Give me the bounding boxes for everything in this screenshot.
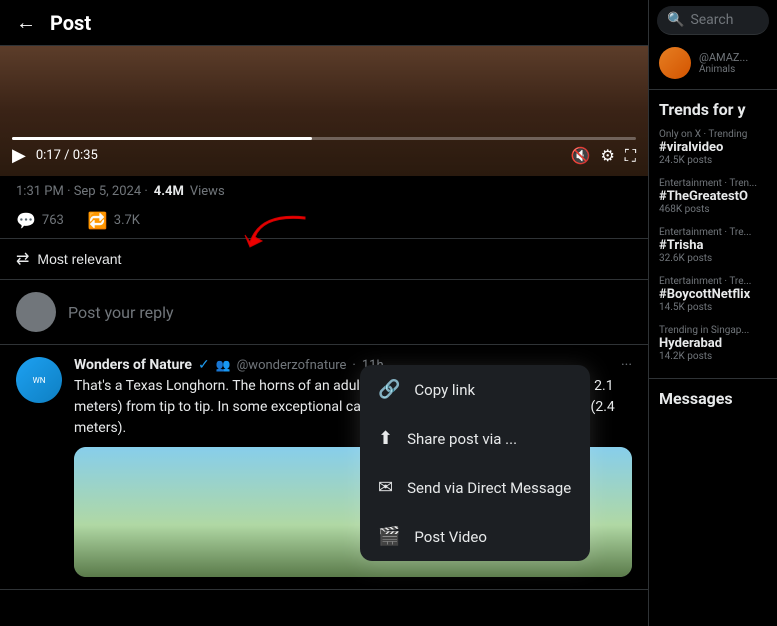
trend-tag-1: #viralvideo xyxy=(659,140,767,155)
trend-category-5: Trending in Singap... xyxy=(659,325,767,336)
trend-count-2: 468K posts xyxy=(659,204,767,215)
reply-placeholder-text[interactable]: Post your reply xyxy=(68,303,174,322)
trends-title: Trends for y xyxy=(659,100,767,119)
share-post-item[interactable]: ⬆ Share post via ... xyxy=(360,414,590,463)
trend-tag-3: #Trisha xyxy=(659,238,767,253)
video-right-controls: 🔇 ⚙ ⛶ xyxy=(571,146,636,166)
reply-avatar-inner: WN xyxy=(16,357,62,403)
profile-mini-handle: @AMAZ... xyxy=(699,51,748,64)
reply-handle: @wonderzofnature xyxy=(237,358,347,373)
trend-item-1[interactable]: Only on X · Trending #viralvideo 24.5K p… xyxy=(659,129,767,166)
search-bar[interactable]: 🔍 Search xyxy=(657,6,769,35)
comment-action[interactable]: 💬 763 xyxy=(16,211,64,230)
comment-count: 763 xyxy=(42,213,64,228)
profile-mini-sub: Animals xyxy=(699,64,748,75)
post-header: ← Post xyxy=(0,0,648,46)
settings-button[interactable]: ⚙ xyxy=(600,146,614,165)
volume-button[interactable]: 🔇 xyxy=(571,146,591,165)
direct-message-label: Send via Direct Message xyxy=(407,479,571,497)
back-button[interactable]: ← xyxy=(16,10,36,35)
action-row: 💬 763 🔁 3.7K 🔗 Copy link ⬆ Share post vi… xyxy=(0,207,648,239)
trends-section: Trends for y Only on X · Trending #viral… xyxy=(649,90,777,374)
profile-mini-avatar xyxy=(659,47,691,79)
video-left-controls: ▶ 0:17 / 0:35 xyxy=(12,145,98,166)
sort-bar: ⇄ Most relevant xyxy=(0,239,648,280)
verified-badge: ✓ xyxy=(198,357,210,373)
reply-input-row: Post your reply xyxy=(0,280,648,345)
left-panel: ← Post ▶ 0:17 / 0:35 🔇 ⚙ ⛶ 1:31 PM · Sep… xyxy=(0,0,648,626)
trend-item-4[interactable]: Entertainment · Tre... #BoycottNetflix 1… xyxy=(659,276,767,313)
retweet-count: 3.7K xyxy=(114,213,140,228)
trend-item-2[interactable]: Entertainment · Tren... #TheGreatestO 46… xyxy=(659,178,767,215)
trend-count-5: 14.2K posts xyxy=(659,351,767,362)
video-controls: ▶ 0:17 / 0:35 🔇 ⚙ ⛶ xyxy=(12,145,636,166)
trend-count-1: 24.5K posts xyxy=(659,155,767,166)
reply-post-avatar: WN xyxy=(16,357,62,403)
trend-category-4: Entertainment · Tre... xyxy=(659,276,767,287)
trend-category-1: Only on X · Trending xyxy=(659,129,767,140)
sort-icon: ⇄ xyxy=(16,249,29,269)
messages-section: Messages xyxy=(649,378,777,408)
share-post-label: Share post via ... xyxy=(407,430,517,448)
messages-title: Messages xyxy=(659,389,767,408)
retweet-action[interactable]: 🔁 3.7K xyxy=(88,211,140,230)
post-video-item[interactable]: 🎬 Post Video xyxy=(360,512,590,561)
copy-link-icon: 🔗 xyxy=(378,379,400,400)
page-title: Post xyxy=(50,11,91,35)
sort-label: Most relevant xyxy=(37,251,121,267)
trend-count-4: 14.5K posts xyxy=(659,302,767,313)
reply-separator: · xyxy=(352,358,355,373)
direct-message-item[interactable]: ✉ Send via Direct Message xyxy=(360,463,590,512)
search-placeholder: Search xyxy=(690,12,733,28)
group-badge: 👥 xyxy=(216,358,231,372)
share-post-icon: ⬆ xyxy=(378,428,393,449)
search-icon: 🔍 xyxy=(667,12,684,28)
post-views-label: Views xyxy=(190,184,225,199)
trend-item-5[interactable]: Trending in Singap... Hyderabad 14.2K po… xyxy=(659,325,767,362)
video-time: 0:17 / 0:35 xyxy=(36,148,98,163)
post-time: 1:31 PM · Sep 5, 2024 · xyxy=(16,184,148,199)
post-video-label: Post Video xyxy=(414,528,486,546)
direct-message-icon: ✉ xyxy=(378,477,393,498)
video-progress-bar[interactable] xyxy=(12,137,636,140)
reply-display-name: Wonders of Nature xyxy=(74,357,192,373)
profile-mini-info: @AMAZ... Animals xyxy=(699,51,748,75)
profile-mini[interactable]: @AMAZ... Animals xyxy=(649,41,777,90)
comment-icon: 💬 xyxy=(16,211,36,230)
play-button[interactable]: ▶ xyxy=(12,145,26,166)
copy-link-label: Copy link xyxy=(414,381,475,399)
retweet-icon: 🔁 xyxy=(88,211,108,230)
trend-category-3: Entertainment · Tre... xyxy=(659,227,767,238)
video-player: ▶ 0:17 / 0:35 🔇 ⚙ ⛶ xyxy=(0,46,648,176)
trend-tag-5: Hyderabad xyxy=(659,336,767,351)
post-views-count: 4.4M xyxy=(154,184,184,199)
video-progress-fill xyxy=(12,137,312,140)
trend-item-3[interactable]: Entertainment · Tre... #Trisha 32.6K pos… xyxy=(659,227,767,264)
post-meta: 1:31 PM · Sep 5, 2024 · 4.4M Views xyxy=(0,176,648,207)
user-avatar xyxy=(16,292,56,332)
trend-count-3: 32.6K posts xyxy=(659,253,767,264)
copy-link-item[interactable]: 🔗 Copy link xyxy=(360,365,590,414)
context-menu: 🔗 Copy link ⬆ Share post via ... ✉ Send … xyxy=(360,365,590,561)
right-panel: 🔍 Search @AMAZ... Animals Trends for y O… xyxy=(648,0,777,626)
trend-tag-2: #TheGreatestO xyxy=(659,189,767,204)
trend-category-2: Entertainment · Tren... xyxy=(659,178,767,189)
trend-tag-4: #BoycottNetflix xyxy=(659,287,767,302)
more-options-button[interactable]: ··· xyxy=(621,357,632,373)
fullscreen-button[interactable]: ⛶ xyxy=(625,146,636,166)
post-video-icon: 🎬 xyxy=(378,526,400,547)
sort-button[interactable]: ⇄ Most relevant xyxy=(16,249,121,269)
